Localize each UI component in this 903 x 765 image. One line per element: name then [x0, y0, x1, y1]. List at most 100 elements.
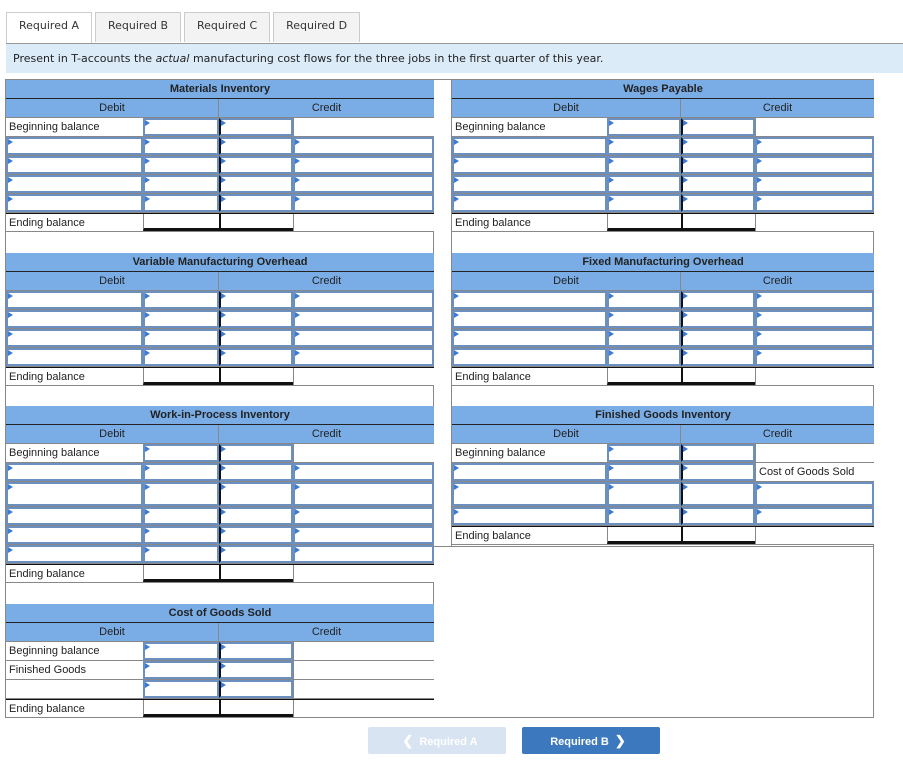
- credit-amount[interactable]: [219, 291, 293, 309]
- debit-amount[interactable]: [143, 137, 219, 155]
- debit-amount[interactable]: [143, 329, 219, 347]
- debit-amount[interactable]: [607, 482, 681, 506]
- credit-amount[interactable]: [219, 156, 293, 174]
- debit-account[interactable]: [6, 291, 143, 309]
- credit-amount-input[interactable]: [683, 196, 753, 210]
- credit-amount[interactable]: [681, 482, 755, 506]
- debit-account[interactable]: [6, 526, 143, 544]
- debit-account-input[interactable]: [454, 350, 605, 364]
- debit-account-input[interactable]: [454, 484, 605, 504]
- credit-amount-input[interactable]: [221, 663, 291, 677]
- debit-amount[interactable]: [143, 661, 219, 679]
- prev-required-button[interactable]: ❮ Required A: [368, 727, 506, 754]
- debit-account-input[interactable]: [8, 547, 141, 561]
- debit-amount[interactable]: [143, 291, 219, 309]
- credit-amount[interactable]: [681, 444, 755, 462]
- debit-amount-input[interactable]: [145, 139, 217, 153]
- debit-account[interactable]: [6, 175, 143, 193]
- credit-account[interactable]: [293, 463, 434, 481]
- credit-amount-input[interactable]: [221, 547, 291, 561]
- debit-amount-input[interactable]: [609, 446, 679, 460]
- credit-amount-input[interactable]: [683, 120, 753, 134]
- credit-account-input[interactable]: [295, 139, 432, 153]
- tab-required-a[interactable]: Required A: [6, 12, 92, 44]
- credit-amount-input[interactable]: [683, 331, 753, 345]
- credit-amount-input[interactable]: [221, 158, 291, 172]
- credit-amount[interactable]: [219, 329, 293, 347]
- debit-amount-input[interactable]: [609, 312, 679, 326]
- debit-account-input[interactable]: [8, 484, 141, 504]
- credit-account[interactable]: [293, 329, 434, 347]
- credit-amount-input[interactable]: [221, 644, 291, 658]
- credit-account[interactable]: [293, 348, 434, 366]
- credit-amount[interactable]: [219, 526, 293, 544]
- credit-amount-input[interactable]: [683, 139, 753, 153]
- credit-amount[interactable]: [219, 175, 293, 193]
- debit-account-input[interactable]: [454, 139, 605, 153]
- debit-account[interactable]: [452, 137, 607, 155]
- credit-account-input[interactable]: [757, 484, 872, 504]
- debit-account-input[interactable]: [454, 312, 605, 326]
- credit-account-input[interactable]: [295, 547, 432, 561]
- debit-account-input[interactable]: [8, 528, 141, 542]
- debit-amount-input[interactable]: [609, 293, 679, 307]
- debit-amount-input[interactable]: [609, 509, 679, 523]
- credit-account-input[interactable]: [757, 312, 872, 326]
- debit-amount[interactable]: [143, 118, 219, 136]
- credit-amount-input[interactable]: [683, 484, 753, 504]
- debit-amount[interactable]: [143, 482, 219, 506]
- debit-amount[interactable]: [607, 348, 681, 366]
- credit-account-input[interactable]: [757, 509, 872, 523]
- debit-amount[interactable]: [607, 291, 681, 309]
- credit-amount-input[interactable]: [683, 312, 753, 326]
- debit-account-input[interactable]: [8, 293, 141, 307]
- debit-amount[interactable]: [607, 194, 681, 212]
- debit-account[interactable]: [452, 507, 607, 525]
- credit-amount[interactable]: [681, 175, 755, 193]
- debit-account-input[interactable]: [8, 177, 141, 191]
- credit-account-input[interactable]: [757, 177, 872, 191]
- debit-amount[interactable]: [143, 348, 219, 366]
- credit-amount-input[interactable]: [221, 528, 291, 542]
- credit-amount[interactable]: [219, 482, 293, 506]
- debit-amount-input[interactable]: [609, 177, 679, 191]
- credit-amount-input[interactable]: [221, 312, 291, 326]
- debit-amount[interactable]: [607, 507, 681, 525]
- debit-amount[interactable]: [143, 526, 219, 544]
- credit-amount-input[interactable]: [221, 331, 291, 345]
- debit-account[interactable]: [452, 329, 607, 347]
- debit-account[interactable]: [6, 463, 143, 481]
- debit-account[interactable]: [6, 507, 143, 525]
- debit-amount[interactable]: [143, 680, 219, 698]
- credit-amount[interactable]: [681, 348, 755, 366]
- debit-amount-input[interactable]: [145, 177, 217, 191]
- credit-account-input[interactable]: [757, 139, 872, 153]
- credit-amount[interactable]: [681, 310, 755, 328]
- credit-amount[interactable]: [219, 642, 293, 660]
- credit-account-input[interactable]: [295, 196, 432, 210]
- credit-account[interactable]: [293, 194, 434, 212]
- credit-account[interactable]: [755, 482, 874, 506]
- debit-amount[interactable]: [143, 507, 219, 525]
- debit-account-input[interactable]: [454, 158, 605, 172]
- credit-account[interactable]: [293, 156, 434, 174]
- debit-account[interactable]: [6, 348, 143, 366]
- debit-amount-input[interactable]: [145, 120, 217, 134]
- credit-amount[interactable]: [681, 194, 755, 212]
- credit-account-input[interactable]: [295, 484, 432, 504]
- credit-amount[interactable]: [681, 118, 755, 136]
- credit-amount[interactable]: [219, 507, 293, 525]
- debit-amount-input[interactable]: [145, 528, 217, 542]
- credit-amount[interactable]: [219, 463, 293, 481]
- debit-account[interactable]: [6, 482, 143, 506]
- credit-account-input[interactable]: [295, 350, 432, 364]
- debit-amount-input[interactable]: [609, 465, 679, 479]
- debit-account[interactable]: [452, 482, 607, 506]
- credit-account-input[interactable]: [757, 158, 872, 172]
- debit-amount-input[interactable]: [145, 484, 217, 504]
- debit-account[interactable]: [452, 463, 607, 481]
- credit-account[interactable]: [293, 545, 434, 563]
- credit-account[interactable]: [293, 482, 434, 506]
- credit-amount-input[interactable]: [683, 509, 753, 523]
- debit-amount-input[interactable]: [609, 120, 679, 134]
